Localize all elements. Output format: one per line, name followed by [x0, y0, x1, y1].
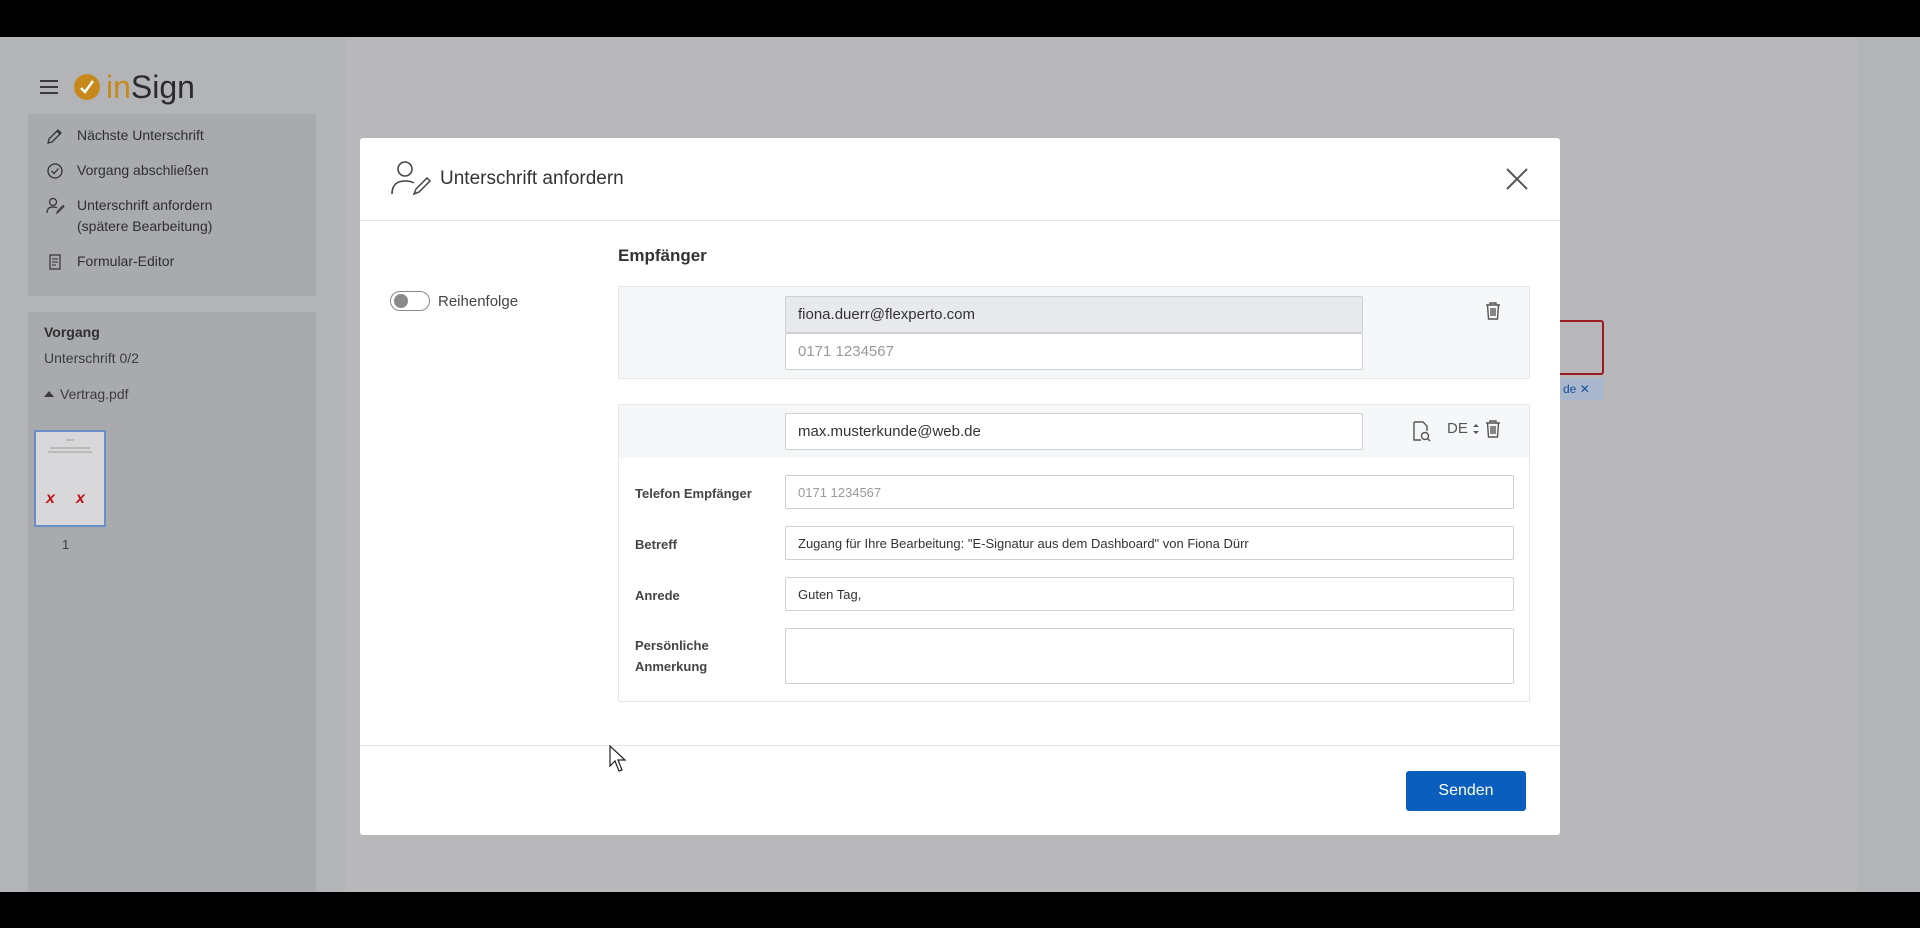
- recipient-email-field[interactable]: max.musterkunde@web.de: [785, 413, 1363, 450]
- mouse-cursor-icon: [609, 745, 627, 772]
- close-icon[interactable]: [1504, 166, 1530, 192]
- menu-item-request-signature[interactable]: Unterschrift anfordern (spätere Bearbeitu…: [28, 188, 316, 244]
- dialog-body: Reihenfolge Empfänger fiona.duerr@flexpe…: [360, 221, 1560, 746]
- note-label: Persönliche Anmerkung: [635, 638, 709, 674]
- order-label: Reihenfolge: [438, 292, 519, 310]
- recipient-card: fiona.duerr@flexperto.com 0171 1234567: [618, 286, 1530, 379]
- menu-item-complete-process[interactable]: Vorgang abschließen: [28, 153, 316, 188]
- salutation-input[interactable]: Guten Tag,: [785, 577, 1514, 611]
- subject-label: Betreff: [635, 537, 677, 552]
- form-icon: [49, 254, 61, 270]
- page-number: 1: [62, 537, 70, 552]
- language-select[interactable]: DE: [1447, 420, 1481, 437]
- phone-input[interactable]: 0171 1234567: [785, 475, 1514, 509]
- send-button[interactable]: Senden: [1406, 771, 1526, 811]
- app-window: inSign Nächste Unterschrift Vorgang absc…: [0, 37, 1920, 892]
- pen-icon: [47, 129, 62, 144]
- collapse-triangle-icon: [44, 391, 54, 397]
- signature-field[interactable]: [1556, 320, 1604, 375]
- menu-item-next-signature[interactable]: Nächste Unterschrift: [28, 118, 316, 153]
- check-circle-icon: [47, 163, 63, 179]
- dialog-title: Unterschrift anfordern: [440, 168, 624, 189]
- dialog-footer: Senden: [360, 746, 1560, 834]
- subject-input[interactable]: Zugang für Ihre Bearbeitung: "E-Signatur…: [785, 526, 1514, 560]
- right-panel: [1857, 37, 1920, 892]
- dialog-header: Unterschrift anfordern: [360, 138, 1560, 221]
- menu-item-form-editor[interactable]: Formular-Editor: [28, 244, 316, 279]
- note-textarea[interactable]: [785, 628, 1514, 684]
- signature-status: Unterschrift 0/2: [44, 350, 139, 366]
- action-menu: Nächste Unterschrift Vorgang abschließen…: [28, 114, 316, 296]
- file-tree-item[interactable]: Vertrag.pdf: [44, 386, 300, 402]
- page-thumbnail[interactable]: x x: [34, 430, 106, 527]
- phone-label: Telefon Empfänger: [635, 486, 752, 501]
- thumbnail-text-lines: [48, 439, 92, 453]
- process-panel: Vorgang Unterschrift 0/2 Vertrag.pdf: [28, 312, 316, 892]
- document-search-icon[interactable]: [1409, 419, 1433, 443]
- recipient-card: max.musterkunde@web.de DE Telefon Empfän…: [618, 404, 1530, 702]
- logo-check-icon: [74, 74, 100, 100]
- process-title: Vorgang: [44, 324, 100, 340]
- request-signature-dialog: Unterschrift anfordern Reihenfolge Empfä…: [360, 138, 1560, 835]
- trash-icon[interactable]: [1481, 299, 1505, 323]
- order-toggle-row[interactable]: Reihenfolge: [390, 291, 518, 311]
- app-logo: inSign: [106, 68, 195, 105]
- signature-marker-icon: x: [76, 490, 85, 507]
- salutation-label: Anrede: [635, 588, 680, 603]
- trash-icon[interactable]: [1481, 417, 1505, 441]
- recipient-card-header: max.musterkunde@web.de DE: [619, 405, 1529, 458]
- recipients-title: Empfänger: [618, 246, 707, 265]
- signature-field-tag[interactable]: de ✕: [1560, 378, 1604, 400]
- sort-arrows-icon: [1472, 423, 1479, 434]
- left-panel: inSign Nächste Unterschrift Vorgang absc…: [0, 37, 345, 892]
- order-toggle[interactable]: [390, 291, 430, 311]
- user-sign-icon: [391, 161, 432, 196]
- recipient-phone-field[interactable]: 0171 1234567: [785, 333, 1363, 370]
- logo-row: inSign: [40, 67, 195, 107]
- recipient-email-field[interactable]: fiona.duerr@flexperto.com: [785, 296, 1363, 333]
- user-sign-icon: [46, 197, 65, 215]
- signature-marker-icon: x: [46, 490, 55, 507]
- menu-hamburger-icon[interactable]: [40, 80, 58, 94]
